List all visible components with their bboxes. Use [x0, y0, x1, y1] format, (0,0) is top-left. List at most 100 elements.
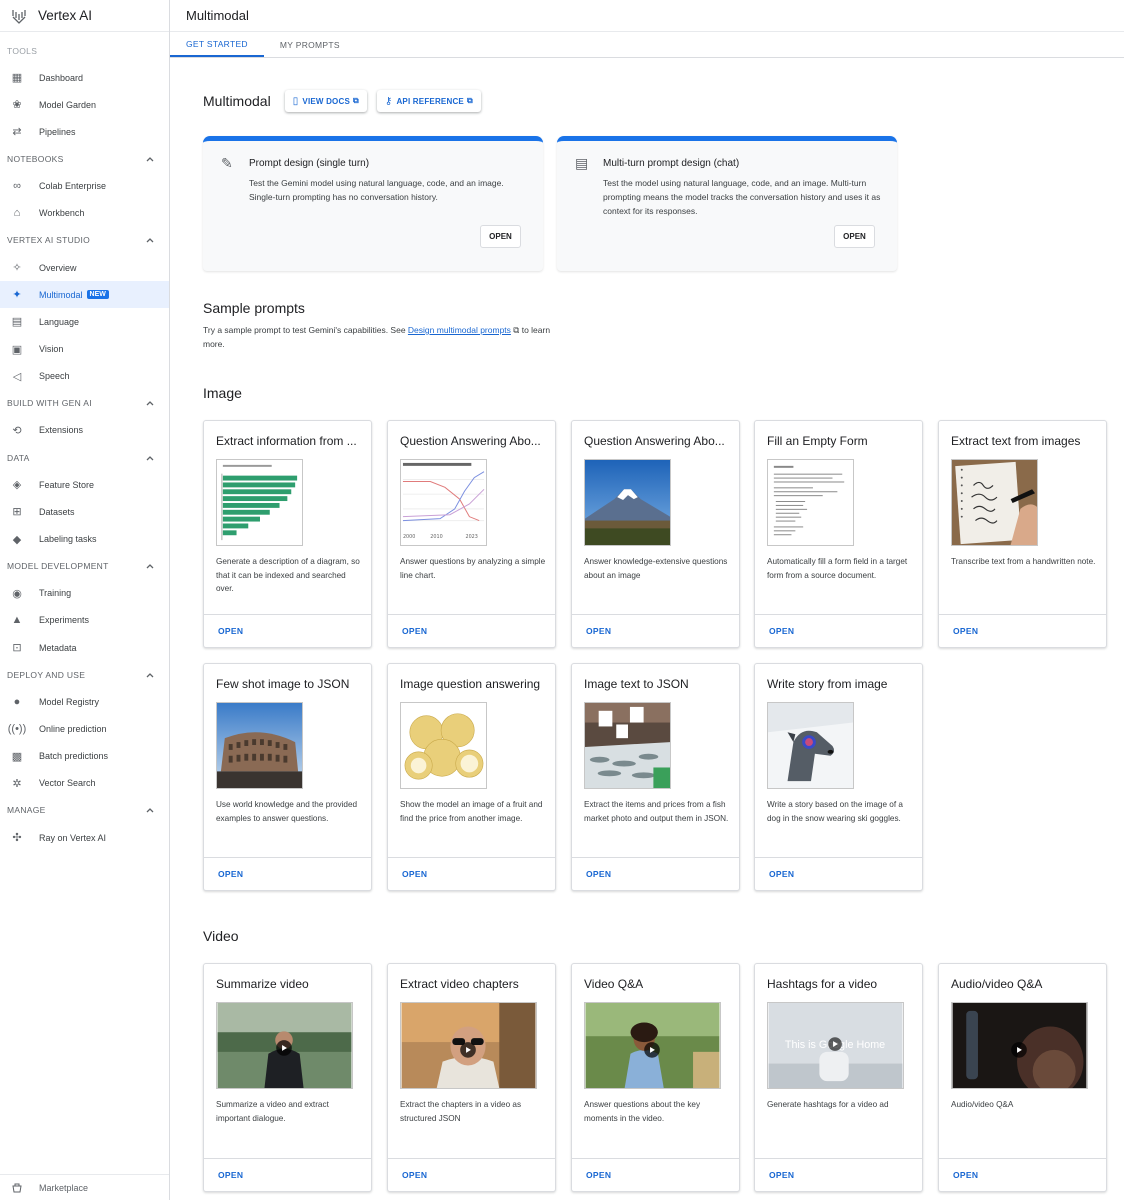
sample-card[interactable]: Hashtags for a video This is Google Home… — [754, 963, 923, 1192]
sidebar-item-ray-on-vertex-ai[interactable]: ✣ Ray on Vertex AI — [0, 824, 169, 851]
card-title: Write story from image — [767, 677, 888, 691]
sample-card[interactable]: Audio/video Q&A Audio/video Q&A OPEN — [938, 963, 1107, 1192]
line-chart-thumbnail: 2000 2010 2023 — [400, 459, 487, 546]
open-link[interactable]: OPEN — [204, 857, 371, 890]
sidebar-item-label: Experiments — [39, 615, 90, 626]
view-docs-button[interactable]: ▯ VIEW DOCS ⧉ — [285, 90, 367, 112]
sidebar-item-experiments[interactable]: ▲ Experiments — [0, 607, 169, 634]
sidebar-item-label: Overview — [39, 262, 77, 273]
sample-card[interactable]: Question Answering Abo... Answer knowled… — [571, 420, 740, 648]
sample-card[interactable]: Few shot image to JSON Use world knowled… — [203, 663, 372, 891]
open-link[interactable]: OPEN — [939, 614, 1106, 647]
sample-text-before: Try a sample prompt to test Gemini's cap… — [203, 325, 408, 335]
new-badge: NEW — [86, 290, 109, 300]
section-model-development[interactable]: MODEL DEVELOPMENT — [0, 553, 169, 580]
sidebar-item-labeling-tasks[interactable]: ◆ Labeling tasks — [0, 525, 169, 552]
open-link[interactable]: OPEN — [755, 857, 922, 890]
sidebar-item-pipelines[interactable]: ⇄ Pipelines — [0, 118, 169, 145]
sidebar-item-training[interactable]: ◉ Training — [0, 580, 169, 607]
sidebar-item-label: Marketplace — [39, 1182, 89, 1193]
sidebar-item-metadata[interactable]: ⊡ Metadata — [0, 634, 169, 661]
language-icon: ▤ — [11, 316, 23, 329]
card-description: Extract the items and prices from a fish… — [584, 800, 729, 823]
tab-get-started[interactable]: GET STARTED — [170, 32, 264, 57]
section-deploy-and-use[interactable]: DEPLOY AND USE — [0, 661, 169, 688]
sidebar-item-colab-enterprise[interactable]: ∞ Colab Enterprise — [0, 173, 169, 200]
sidebar-item-workbench[interactable]: ⌂ Workbench — [0, 200, 169, 227]
chevron-up-icon — [146, 672, 154, 678]
marketplace-icon — [12, 1183, 22, 1192]
sample-card[interactable]: Image question answering Show the model … — [387, 663, 556, 891]
image-section-title: Image — [203, 385, 242, 401]
key-icon: ⚷ — [384, 95, 393, 107]
sidebar-item-vision[interactable]: ▣ Vision — [0, 336, 169, 363]
sample-card[interactable]: Video Q&A Answer questions about the key… — [571, 963, 740, 1192]
tab-my-prompts[interactable]: MY PROMPTS — [264, 32, 356, 57]
open-button[interactable]: OPEN — [834, 225, 875, 248]
lightbulb-icon: ● — [13, 695, 21, 708]
colab-icon: ∞ — [13, 180, 21, 193]
open-link[interactable]: OPEN — [572, 1158, 739, 1191]
sidebar-item-speech[interactable]: ◁ Speech — [0, 363, 169, 390]
card-title: Extract information from ... — [216, 434, 357, 448]
chat-edit-icon: ▤ — [575, 155, 589, 171]
open-link[interactable]: OPEN — [204, 1158, 371, 1191]
sidebar-item-language[interactable]: ▤ Language — [0, 308, 169, 335]
open-button[interactable]: OPEN — [480, 225, 521, 248]
section-label: DEPLOY AND USE — [7, 669, 86, 680]
sample-card[interactable]: Fill an Empty Form Automatically fill a … — [754, 420, 923, 648]
brand[interactable]: Vertex AI — [0, 0, 169, 32]
sidebar-item-online-prediction[interactable]: ((•)) Online prediction — [0, 715, 169, 742]
sidebar-item-label: Datasets — [39, 506, 75, 517]
sidebar-item-model-registry[interactable]: ● Model Registry — [0, 688, 169, 715]
sidebar-item-batch-predictions[interactable]: ▩ Batch predictions — [0, 743, 169, 770]
section-manage[interactable]: MANAGE — [0, 797, 169, 824]
open-link[interactable]: OPEN — [939, 1158, 1106, 1191]
sidebar-item-dashboard[interactable]: ▦ Dashboard — [0, 64, 169, 91]
sidebar-item-multimodal[interactable]: ✦ Multimodal NEW — [0, 281, 169, 309]
section-label: TOOLS — [7, 46, 38, 56]
section-data[interactable]: DATA — [0, 444, 169, 471]
sidebar-item-vector-search[interactable]: ✲ Vector Search — [0, 770, 169, 797]
open-link[interactable]: OPEN — [388, 1158, 555, 1191]
open-link[interactable]: OPEN — [755, 614, 922, 647]
open-link[interactable]: OPEN — [755, 1158, 922, 1191]
section-vertex-ai-studio[interactable]: VERTEX AI STUDIO — [0, 227, 169, 254]
ray-icon: ✣ — [12, 832, 22, 845]
sidebar-item-overview[interactable]: ✧ Overview — [0, 254, 169, 281]
sample-card[interactable]: Extract information from ... Generate a … — [203, 420, 372, 648]
design-multimodal-prompts-link[interactable]: Design multimodal prompts — [408, 325, 511, 335]
sample-prompts-title: Sample prompts — [203, 300, 305, 316]
title-row: Multimodal ▯ VIEW DOCS ⧉ ⚷ API REFERENCE… — [203, 90, 491, 112]
sidebar-item-extensions[interactable]: ⟲ Extensions — [0, 417, 169, 444]
video-section-title: Video — [203, 928, 239, 944]
sample-card[interactable]: Question Answering Abo... 2000 2010 2023 A… — [387, 420, 556, 648]
open-link[interactable]: OPEN — [572, 614, 739, 647]
sample-card[interactable]: Extract text from images Transcribe text… — [938, 420, 1107, 648]
open-link[interactable]: OPEN — [388, 614, 555, 647]
open-link[interactable]: OPEN — [572, 857, 739, 890]
vision-icon: ▣ — [11, 343, 23, 356]
sidebar-item-label: Batch predictions — [39, 751, 109, 762]
api-reference-button[interactable]: ⚷ API REFERENCE ⧉ — [377, 90, 481, 112]
mountain-photo-thumbnail — [584, 459, 671, 546]
sample-card[interactable]: Summarize video Summarize a video and ex… — [203, 963, 372, 1192]
section-tools: TOOLS — [0, 38, 169, 64]
section-label: BUILD WITH GEN AI — [7, 398, 92, 409]
chevron-up-icon — [146, 157, 154, 162]
section-build-with-gen-ai[interactable]: BUILD WITH GEN AI — [0, 390, 169, 417]
sidebar-item-feature-store[interactable]: ◈ Feature Store — [0, 471, 169, 498]
card-description: Test the model using natural language, c… — [603, 178, 881, 216]
sidebar-item-marketplace[interactable]: Marketplace — [0, 1174, 169, 1200]
sample-card[interactable]: Extract video chapters Extract the chapt… — [387, 963, 556, 1192]
sidebar-item-model-garden[interactable]: ❀ Model Garden — [0, 91, 169, 118]
sample-card[interactable]: Write story from image Write a story bas… — [754, 663, 923, 891]
card-title: Image text to JSON — [584, 677, 689, 691]
video-thumbnail — [584, 1002, 721, 1089]
open-link[interactable]: OPEN — [204, 614, 371, 647]
sample-card[interactable]: Image text to JSON Extract the items and… — [571, 663, 740, 891]
video-thumbnail: This is Google Home — [767, 1002, 904, 1089]
sidebar-item-datasets[interactable]: ⊞ Datasets — [0, 498, 169, 525]
open-link[interactable]: OPEN — [388, 857, 555, 890]
section-notebooks[interactable]: NOTEBOOKS — [0, 146, 169, 173]
